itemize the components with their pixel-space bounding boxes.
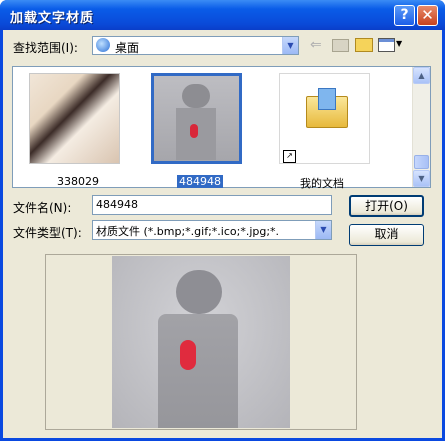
lookin-combo[interactable]: 桌面 ▼ [92,36,299,55]
title-bar[interactable]: 加载文字材质 ? ✕ [0,0,445,30]
dialog-window: 加载文字材质 ? ✕ 查找范围(I): 桌面 ▼ ⇐ ▼ 338029 4849… [0,0,445,441]
filename-input[interactable]: 484948 [92,195,332,215]
shortcut-arrow-icon: ↗ [283,150,296,163]
figure-head [176,270,222,314]
new-folder-icon[interactable] [355,38,373,52]
desktop-icon [96,38,110,52]
scroll-down-button[interactable]: ▼ [413,170,430,187]
document-sheet-icon [318,88,336,110]
figure-sketch [182,84,210,108]
chevron-down-icon[interactable]: ▼ [282,37,298,54]
filetype-label: 文件类型(T): [13,226,82,240]
file-item[interactable]: ↗ 我的文档 [277,73,372,190]
chevron-down-icon[interactable]: ▼ [315,221,331,239]
file-list[interactable]: 338029 484948 ↗ 我的文档 ▲ ▼ [12,66,431,190]
file-item[interactable]: 338029 [27,73,122,188]
thumbnail-image [29,73,120,164]
vertical-scrollbar[interactable]: ▲ ▼ [412,67,430,187]
filetype-combo[interactable]: 材质文件 (*.bmp;*.gif;*.ico;*.jpg;*. ▼ [92,220,332,240]
up-folder-icon[interactable] [332,39,349,52]
view-menu-icon[interactable] [378,38,395,52]
cancel-button[interactable]: 取消 [349,224,424,246]
open-button[interactable]: 打开(O) [349,195,424,217]
dialog-client-area: 查找范围(I): 桌面 ▼ ⇐ ▼ 338029 484948 ↗ 我的文档 ▲… [3,30,442,438]
view-dropdown-icon[interactable]: ▼ [396,39,402,48]
window-title: 加载文字材质 [10,11,95,26]
filename-label: 文件名(N): [13,201,72,215]
preview-image [112,256,290,428]
red-heart-mark [190,124,198,138]
back-arrow-icon[interactable]: ⇐ [310,37,322,53]
file-name: 我的文档 [300,177,344,190]
file-item-selected[interactable]: 484948 [149,73,244,188]
help-button[interactable]: ? [394,5,415,26]
red-heart-mark [180,340,196,370]
scroll-thumb[interactable] [414,155,429,169]
file-name: 338029 [57,175,99,188]
lookin-label: 查找范围(I): [13,41,78,55]
figure-body [158,314,238,428]
thumbnail-image: ↗ [279,73,370,164]
filetype-value: 材质文件 (*.bmp;*.gif;*.ico;*.jpg;*. [96,225,280,238]
file-name: 484948 [177,175,223,188]
lookin-value: 桌面 [115,41,140,55]
image-preview-panel [45,254,357,430]
close-button[interactable]: ✕ [417,5,438,26]
scroll-up-button[interactable]: ▲ [413,67,430,84]
thumbnail-image [151,73,242,164]
